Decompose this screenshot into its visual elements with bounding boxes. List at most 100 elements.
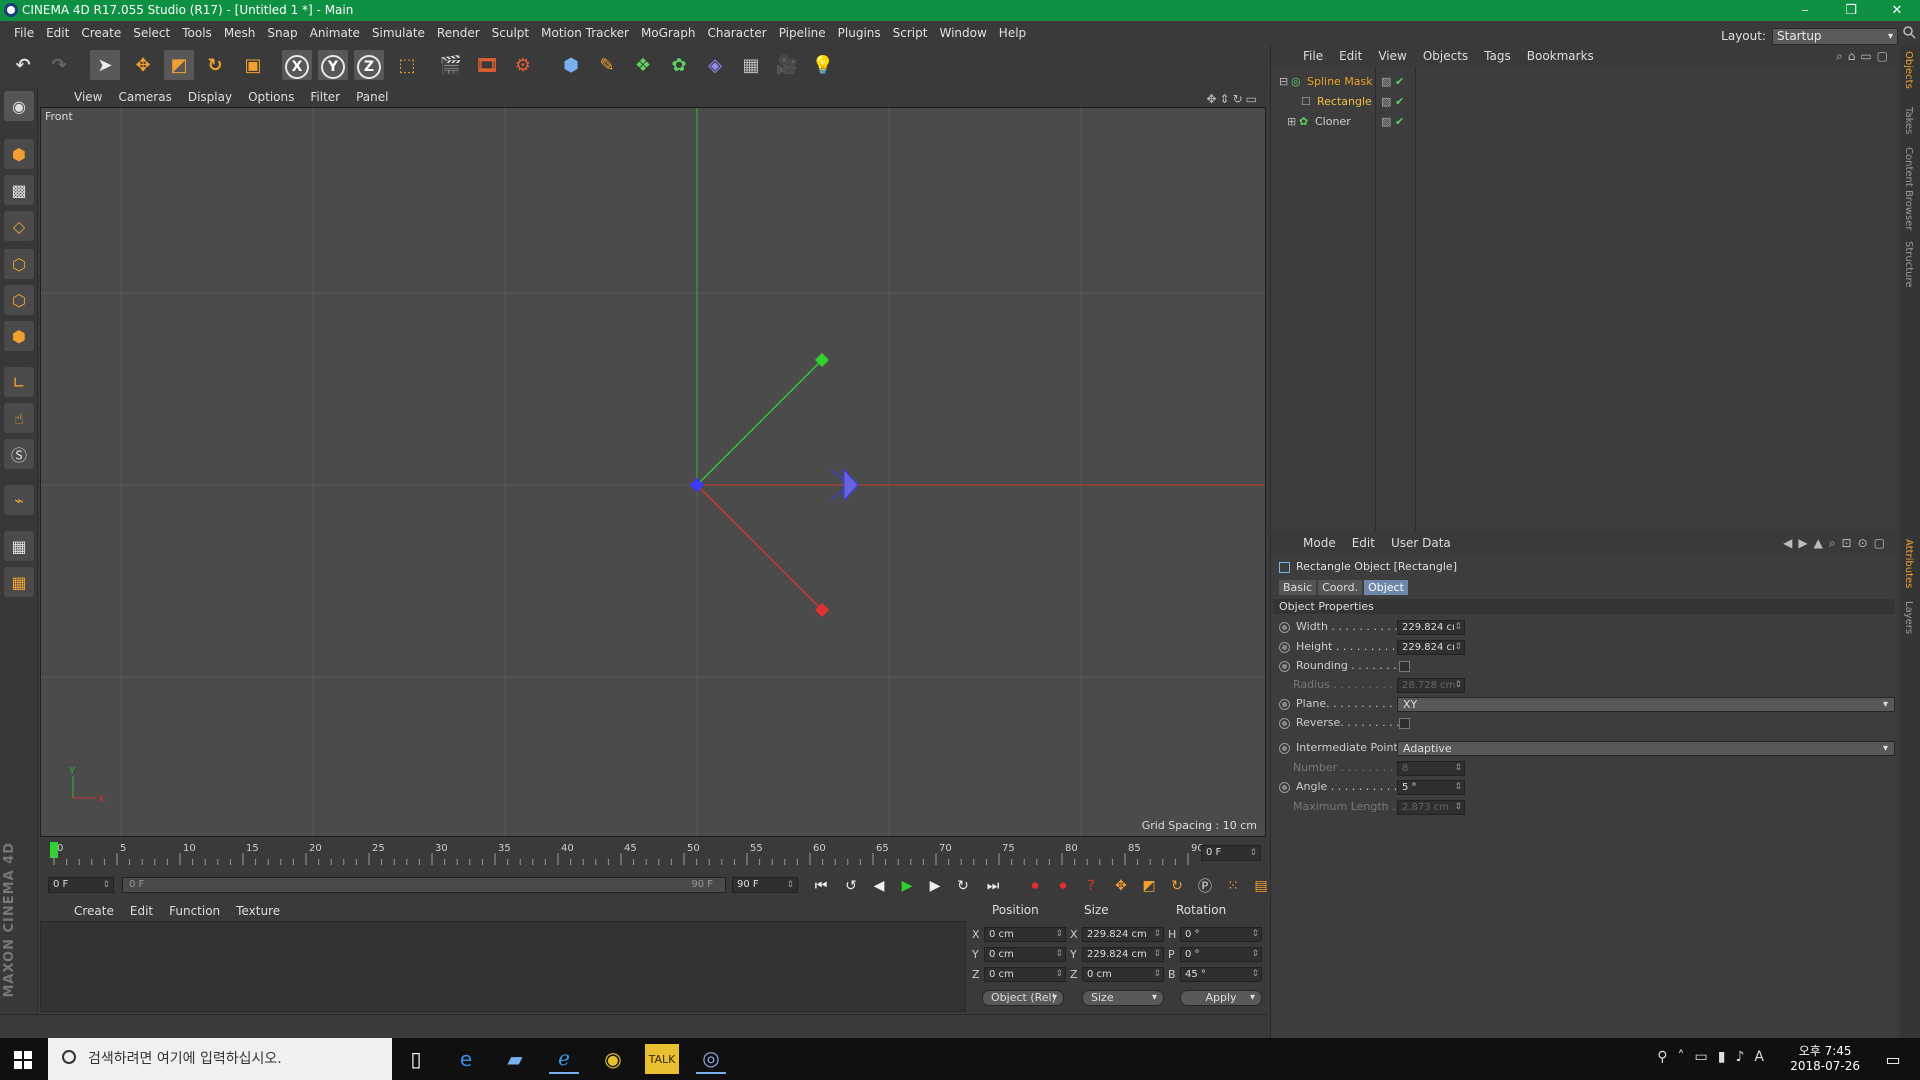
previous-frame-icon[interactable]: ◀ bbox=[868, 875, 890, 897]
next-frame-icon[interactable]: ▶ bbox=[924, 875, 946, 897]
axis-mode-icon[interactable]: ∟ bbox=[4, 367, 34, 397]
menu-render[interactable]: Render bbox=[431, 21, 486, 45]
material-menu-function[interactable]: Function bbox=[161, 901, 228, 921]
enabled-check-icon[interactable]: ✔ bbox=[1395, 112, 1404, 131]
recent-tool-icon[interactable]: ▣ bbox=[238, 50, 268, 80]
viewport-menu-cameras[interactable]: Cameras bbox=[110, 87, 179, 107]
position-y-field[interactable]: 0 cm bbox=[984, 947, 1066, 962]
snap-icon[interactable]: Ⓢ bbox=[4, 439, 34, 469]
reverse-checkbox[interactable] bbox=[1399, 718, 1410, 729]
end-frame-field[interactable]: 90 F bbox=[732, 877, 798, 893]
move-tool-icon[interactable]: ✥ bbox=[128, 50, 158, 80]
timeline-window-icon[interactable]: ▤ bbox=[1250, 875, 1272, 897]
material-menu-create[interactable]: Create bbox=[66, 901, 122, 921]
attribute-nav-icons[interactable]: ◀▶▲⌕⊡⊙▢ bbox=[1783, 532, 1891, 554]
object-menu-tags[interactable]: Tags bbox=[1476, 45, 1519, 67]
render-settings-icon[interactable]: ⚙ bbox=[508, 50, 538, 80]
viewport-menu-view[interactable]: View bbox=[66, 87, 110, 107]
minimize-button[interactable]: – bbox=[1782, 0, 1828, 21]
position-z-field[interactable]: 0 cm bbox=[984, 967, 1066, 982]
menu-simulate[interactable]: Simulate bbox=[366, 21, 431, 45]
subdivision-icon[interactable]: ❖ bbox=[628, 50, 658, 80]
key-rotation-icon[interactable]: ↻ bbox=[1166, 875, 1188, 897]
material-menu-texture[interactable]: Texture bbox=[228, 901, 288, 921]
width-field[interactable]: 229.824 cı bbox=[1397, 620, 1465, 635]
menu-tools[interactable]: Tools bbox=[176, 21, 218, 45]
texture-mode-icon[interactable]: ▩ bbox=[4, 175, 34, 205]
menu-mograph[interactable]: MoGraph bbox=[635, 21, 702, 45]
taskbar-clock[interactable]: 오후 7:45 2018-07-26 bbox=[1790, 1044, 1860, 1074]
cube-object-icon[interactable]: ⬢ bbox=[556, 50, 586, 80]
workplane-mode-icon[interactable]: ◇ bbox=[4, 211, 34, 241]
next-key-icon[interactable]: ↻ bbox=[952, 875, 974, 897]
render-picture-viewer-icon[interactable]: 🎞 bbox=[472, 50, 502, 80]
object-menu-objects[interactable]: Objects bbox=[1415, 45, 1476, 67]
windows-start-icon[interactable] bbox=[14, 1051, 32, 1069]
cloner-icon[interactable]: ✿ bbox=[664, 50, 694, 80]
menu-pipeline[interactable]: Pipeline bbox=[773, 21, 832, 45]
object-name[interactable]: Rectangle bbox=[1317, 92, 1372, 111]
menu-snap[interactable]: Snap bbox=[261, 21, 303, 45]
start-frame-field[interactable]: 0 F bbox=[48, 877, 114, 893]
cinema4d-taskbar-icon[interactable]: ◎ bbox=[696, 1044, 726, 1074]
play-icon[interactable]: ▶ bbox=[896, 875, 918, 897]
viewport-front[interactable]: Y X Front Grid Spacing : 10 cm bbox=[40, 107, 1266, 837]
tab-basic[interactable]: Basic bbox=[1279, 580, 1317, 595]
undo-icon[interactable]: ↶ bbox=[8, 50, 38, 80]
key-pla-icon[interactable]: ⁙ bbox=[1222, 875, 1244, 897]
rotation-b-field[interactable]: 45 ° bbox=[1180, 967, 1262, 982]
object-name[interactable]: Cloner bbox=[1315, 112, 1351, 131]
select-cursor-icon[interactable]: ➤ bbox=[90, 50, 120, 80]
pen-spline-icon[interactable]: ✎ bbox=[592, 50, 622, 80]
apply-button[interactable]: Apply bbox=[1180, 990, 1262, 1006]
edge-browser-icon[interactable]: e bbox=[451, 1044, 481, 1074]
size-mode-dropdown[interactable]: Size bbox=[1082, 990, 1164, 1006]
search-icon[interactable] bbox=[1902, 25, 1916, 39]
animate-radio-icon[interactable] bbox=[1279, 660, 1290, 672]
taskbar-search-box[interactable]: 검색하려면 여기에 입력하십시오. bbox=[48, 1038, 392, 1080]
viewport-menu-panel[interactable]: Panel bbox=[348, 87, 396, 107]
menu-create[interactable]: Create bbox=[75, 21, 127, 45]
viewport-menu-filter[interactable]: Filter bbox=[302, 87, 348, 107]
object-row-rectangle[interactable]: ☐ Rectangle ▨ ✔ bbox=[1271, 92, 1899, 111]
size-z-field[interactable]: 0 cm bbox=[1082, 967, 1164, 982]
polygons-mode-icon[interactable]: ⬢ bbox=[4, 321, 34, 351]
visibility-toggle-icon[interactable]: ▨ bbox=[1381, 112, 1391, 131]
animate-radio-icon[interactable] bbox=[1279, 621, 1290, 633]
object-manager-tool-icons[interactable]: ⌕⌂▭▢ bbox=[1836, 45, 1893, 67]
visibility-toggle-icon[interactable]: ▨ bbox=[1381, 72, 1391, 91]
material-menu-edit[interactable]: Edit bbox=[122, 901, 161, 921]
visibility-toggle-icon[interactable]: ▨ bbox=[1381, 92, 1391, 111]
menu-animate[interactable]: Animate bbox=[304, 21, 366, 45]
height-field[interactable]: 229.824 cı bbox=[1397, 640, 1465, 655]
side-tab-layers[interactable]: Layers bbox=[1903, 601, 1914, 634]
viewport-menu-display[interactable]: Display bbox=[180, 87, 240, 107]
chrome-browser-icon[interactable]: ◉ bbox=[598, 1044, 628, 1074]
menu-edit[interactable]: Edit bbox=[40, 21, 75, 45]
internet-explorer-icon[interactable]: ℯ bbox=[549, 1044, 579, 1074]
animate-radio-icon[interactable] bbox=[1279, 781, 1290, 793]
keyframe-selection-icon[interactable]: ? bbox=[1080, 875, 1102, 897]
locked-workplane-icon[interactable]: ▦ bbox=[4, 531, 34, 561]
object-menu-edit[interactable]: Edit bbox=[1331, 45, 1370, 67]
object-row-spline-mask[interactable]: ⊟ ◎ Spline Mask ▨ ✔ bbox=[1271, 72, 1899, 91]
object-menu-bookmarks[interactable]: Bookmarks bbox=[1519, 45, 1602, 67]
rotate-tool-icon[interactable]: ↻ bbox=[200, 50, 230, 80]
size-y-field[interactable]: 229.824 cm bbox=[1082, 947, 1164, 962]
object-menu-view[interactable]: View bbox=[1370, 45, 1414, 67]
rotation-h-field[interactable]: 0 ° bbox=[1180, 927, 1262, 942]
z-axis-lock-button[interactable]: Z bbox=[354, 50, 384, 80]
maximize-button[interactable]: ❐ bbox=[1828, 0, 1874, 21]
camera-icon[interactable]: 🎥 bbox=[772, 50, 802, 80]
coordinate-system-icon[interactable]: ⬚ bbox=[392, 50, 422, 80]
attr-menu-user-data[interactable]: User Data bbox=[1383, 532, 1459, 554]
object-row-cloner[interactable]: ⊞ ✿ Cloner ▨ ✔ bbox=[1271, 112, 1899, 131]
attr-menu-mode[interactable]: Mode bbox=[1295, 532, 1344, 554]
menu-character[interactable]: Character bbox=[701, 21, 772, 45]
enabled-check-icon[interactable]: ✔ bbox=[1395, 72, 1404, 91]
current-frame-field[interactable]: 0 F bbox=[1201, 845, 1261, 861]
menu-script[interactable]: Script bbox=[887, 21, 934, 45]
key-scale-icon[interactable]: ◩ bbox=[1138, 875, 1160, 897]
key-position-icon[interactable]: ✥ bbox=[1110, 875, 1132, 897]
coordinate-mode-dropdown[interactable]: Object (Rel) bbox=[982, 990, 1064, 1006]
